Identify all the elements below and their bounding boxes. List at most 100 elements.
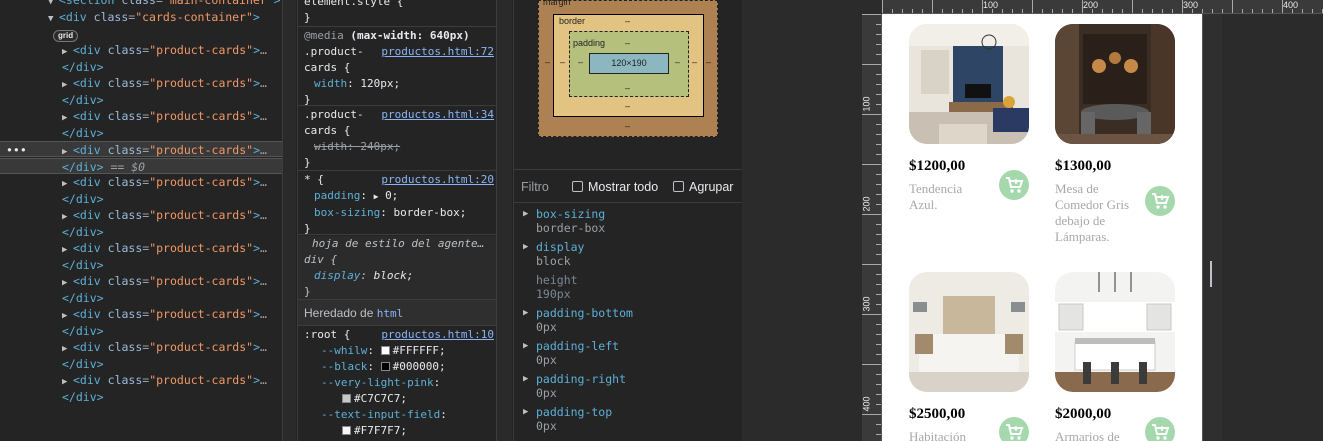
ruler-label: 200 bbox=[862, 196, 872, 212]
dom-node-close-tag[interactable]: </div> bbox=[62, 389, 282, 405]
computed-property-box-sizing[interactable]: ▶ box-sizing border-box bbox=[514, 205, 742, 238]
expand-triangle-icon[interactable]: ▶ bbox=[62, 308, 73, 324]
source-link[interactable]: productos.html:10 bbox=[381, 327, 494, 343]
expand-triangle-icon[interactable]: ▶ bbox=[523, 209, 528, 219]
computed-property-padding-right[interactable]: ▶ padding-right 0px bbox=[514, 370, 742, 403]
show-all-checkbox[interactable] bbox=[572, 181, 583, 192]
dom-node-cards-container[interactable]: ▼ <div class="cards-container"> bbox=[48, 9, 282, 25]
dom-node-text: </div> bbox=[62, 126, 104, 140]
inherited-header: Heredado de html bbox=[298, 300, 496, 326]
rule-element-style[interactable]: element.style { } bbox=[298, 0, 496, 27]
color-swatch-icon[interactable] bbox=[342, 394, 351, 403]
computed-property-height[interactable]: height 190px bbox=[514, 271, 742, 304]
source-link[interactable]: productos.html:72 bbox=[381, 44, 494, 60]
expand-triangle-icon[interactable]: ▶ bbox=[62, 341, 73, 357]
rule-user-agent[interactable]: hoja de estilo del agente… div { display… bbox=[298, 236, 496, 300]
inherited-from-link[interactable]: html bbox=[377, 307, 404, 320]
styles-scrollbar[interactable] bbox=[496, 0, 512, 441]
color-swatch-icon[interactable] bbox=[342, 426, 351, 435]
resize-handle[interactable] bbox=[1210, 261, 1212, 287]
dom-node-close-tag[interactable]: </div> bbox=[62, 356, 282, 372]
dom-node-close-tag[interactable]: </div> bbox=[62, 191, 282, 207]
dom-node-close-tag[interactable]: </div> bbox=[62, 290, 282, 306]
box-model-content[interactable]: 120×190 bbox=[589, 53, 669, 74]
add-to-cart-button[interactable] bbox=[999, 417, 1029, 441]
expand-triangle-icon[interactable]: ▶ bbox=[62, 110, 73, 126]
rule-universal[interactable]: * { productos.html:20 padding: ▶ 0; box-… bbox=[298, 172, 496, 235]
expand-triangle-icon[interactable]: ▶ bbox=[374, 192, 379, 201]
dom-node-text: </div> bbox=[62, 291, 104, 305]
rule-media-product-cards[interactable]: @media (max-width: 640px) .product- prod… bbox=[298, 28, 496, 106]
product-price: $1200,00 bbox=[909, 158, 966, 174]
dom-node-product-card[interactable]: ▶ <div class="product-cards">… bbox=[62, 273, 282, 289]
dom-node-product-card[interactable]: ▶ <div class="product-cards">… bbox=[62, 372, 282, 388]
expand-triangle-icon[interactable]: ▶ bbox=[523, 308, 528, 318]
collapse-triangle-icon[interactable]: ▼ bbox=[48, 11, 59, 27]
dom-node-product-card[interactable]: ▶ <div class="product-cards">… bbox=[62, 207, 282, 223]
dom-node-main-container[interactable]: ▼ <section class="main-container"> bbox=[48, 0, 282, 8]
dom-node-close-tag[interactable]: </div> == $0 bbox=[0, 158, 282, 174]
dom-node-product-card[interactable]: ▶ <div class="product-cards">… bbox=[62, 339, 282, 355]
expand-triangle-icon[interactable]: ▶ bbox=[62, 209, 73, 225]
dom-node-product-card[interactable]: ▶ <div class="product-cards">… bbox=[62, 174, 282, 190]
product-image-dining-room[interactable] bbox=[1055, 24, 1175, 144]
product-image-living-room[interactable] bbox=[909, 24, 1029, 144]
computed-panel: margin border – padding – 120×190 – – – … bbox=[513, 0, 742, 441]
dom-node-text: <div class="product-cards">… bbox=[73, 109, 267, 123]
css-variable-row[interactable]: --whilw: #FFFFFF; bbox=[304, 343, 496, 359]
computed-property-display[interactable]: ▶ display block bbox=[514, 238, 742, 271]
grid-badge[interactable]: grid bbox=[53, 30, 79, 42]
dom-node-close-tag[interactable]: </div> bbox=[62, 224, 282, 240]
color-swatch-icon[interactable] bbox=[380, 346, 390, 355]
expand-triangle-icon[interactable]: ▶ bbox=[523, 374, 528, 384]
rule-product-cards[interactable]: .product- productos.html:34 cards { widt… bbox=[298, 107, 496, 171]
more-actions-icon[interactable]: ••• bbox=[6, 142, 27, 158]
dom-node-close-tag[interactable]: </div> bbox=[62, 125, 282, 141]
dom-node-product-card[interactable]: ▶ <div class="product-cards">… bbox=[62, 75, 282, 91]
source-link[interactable]: productos.html:34 bbox=[381, 107, 494, 123]
dom-node-close-tag[interactable]: </div> bbox=[62, 257, 282, 273]
add-to-cart-button[interactable] bbox=[1145, 186, 1175, 216]
add-to-cart-button[interactable] bbox=[999, 170, 1029, 200]
css-variable-row[interactable]: --text-input-field: bbox=[304, 407, 496, 423]
product-image-bedroom[interactable] bbox=[909, 272, 1029, 392]
dom-node-product-card[interactable]: ▶ <div class="product-cards">… ••• bbox=[0, 141, 282, 157]
expand-triangle-icon[interactable]: ▶ bbox=[62, 374, 73, 390]
elements-scrollbar[interactable] bbox=[282, 0, 296, 441]
source-link[interactable]: productos.html:20 bbox=[381, 172, 494, 188]
dom-node-product-card[interactable]: ▶ <div class="product-cards">… bbox=[62, 42, 282, 58]
dom-node-product-card[interactable]: ▶ <div class="product-cards">… bbox=[62, 240, 282, 256]
add-to-cart-button[interactable] bbox=[1145, 417, 1175, 441]
ruler-label: 300 bbox=[1183, 0, 1199, 10]
color-swatch-icon[interactable] bbox=[380, 362, 390, 371]
cart-plus-icon bbox=[1006, 177, 1024, 193]
computed-property-padding-bottom[interactable]: ▶ padding-bottom 0px bbox=[514, 304, 742, 337]
dom-node-product-card[interactable]: ▶ <div class="product-cards">… bbox=[62, 108, 282, 124]
expand-triangle-icon[interactable]: ▶ bbox=[523, 407, 528, 417]
dom-node-close-tag[interactable]: </div> bbox=[62, 59, 282, 75]
group-checkbox[interactable] bbox=[673, 181, 684, 192]
dom-node-text: <div class="product-cards">… bbox=[73, 208, 267, 222]
product-description: Mesa de Comedor Gris debajo de Lámparas. bbox=[1055, 181, 1130, 244]
expand-triangle-icon[interactable]: ▶ bbox=[523, 341, 528, 351]
show-all-toggle[interactable]: Mostrar todo bbox=[572, 172, 658, 203]
css-variable-row[interactable]: --black: #000000; bbox=[304, 359, 496, 375]
rule-root[interactable]: :root { productos.html:10 --whilw: #FFFF… bbox=[298, 327, 496, 441]
filter-input[interactable]: Filtro bbox=[521, 172, 549, 203]
expand-triangle-icon[interactable]: ▶ bbox=[62, 44, 73, 60]
expand-triangle-icon[interactable]: ▶ bbox=[523, 242, 528, 252]
dom-node-close-tag[interactable]: </div> bbox=[62, 92, 282, 108]
expand-triangle-icon[interactable]: ▶ bbox=[62, 176, 73, 192]
computed-property-padding-left[interactable]: ▶ padding-left 0px bbox=[514, 337, 742, 370]
css-variable-row[interactable]: --very-light-pink: bbox=[304, 375, 496, 391]
dom-node-product-card[interactable]: ▶ <div class="product-cards">… bbox=[62, 306, 282, 322]
expand-triangle-icon[interactable]: ▶ bbox=[62, 275, 73, 291]
viewport-resize-frame bbox=[1202, 14, 1222, 441]
group-toggle[interactable]: Agrupar bbox=[673, 172, 733, 203]
computed-property-padding-top[interactable]: ▶ padding-top 0px bbox=[514, 403, 742, 436]
expand-triangle-icon[interactable]: ▶ bbox=[62, 242, 73, 258]
expand-triangle-icon[interactable]: ▶ bbox=[62, 77, 73, 93]
dom-node-close-tag[interactable]: </div> bbox=[62, 323, 282, 339]
elements-panel: ▼ <section class="main-container"> ▼ <div … bbox=[0, 0, 282, 441]
product-image-kitchen[interactable] bbox=[1055, 272, 1175, 392]
